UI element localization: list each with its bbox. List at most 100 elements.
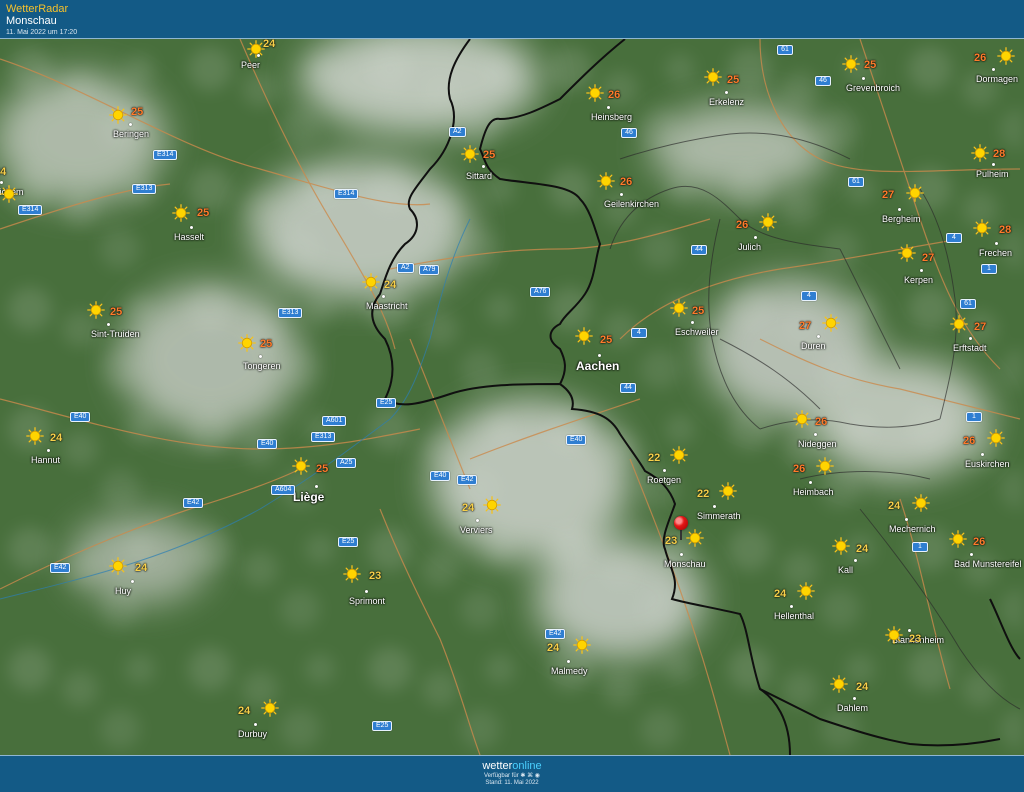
road-badge: 46: [621, 128, 637, 138]
city-dot: [607, 106, 610, 109]
city-label: Verviers: [460, 525, 493, 535]
road-badge: E40: [566, 435, 587, 445]
road-badge: 4: [946, 233, 962, 243]
sun-icon: [670, 299, 688, 317]
sun-icon: [26, 427, 44, 445]
road-badge: E313: [132, 184, 157, 194]
sun-icon: [597, 172, 615, 190]
temperature-label: 24: [0, 166, 7, 178]
city-dot: [131, 580, 134, 583]
road-badge: A2: [449, 127, 466, 137]
temperature-label: 24: [774, 588, 787, 600]
temperature-label: 22: [648, 452, 661, 464]
city-label: Nideggen: [798, 439, 837, 449]
temperature-label: 25: [316, 463, 329, 475]
city-dot: [995, 242, 998, 245]
city-dot: [905, 518, 908, 521]
city-label: Geilenkirchen: [604, 199, 660, 209]
temperature-label: 27: [922, 252, 935, 264]
road-badge: E313: [278, 308, 303, 318]
sun-icon: [793, 410, 811, 428]
city-dot: [129, 123, 132, 126]
sun-icon: [483, 496, 501, 514]
sun-icon: [906, 184, 924, 202]
sun-icon: [822, 314, 840, 332]
sun-icon: [973, 219, 991, 237]
location-title: Monschau: [6, 15, 57, 27]
temperature-label: 25: [110, 306, 123, 318]
city-label: Aachen: [576, 359, 620, 373]
road-badge: 4: [801, 291, 817, 301]
temperature-label: 25: [600, 334, 613, 346]
sun-icon: [950, 315, 968, 333]
city-label: Dahlem: [837, 703, 869, 713]
road-badge: E25: [372, 721, 393, 731]
sun-icon: [238, 334, 256, 352]
city-dot: [663, 469, 666, 472]
road-badge: E313: [311, 432, 336, 442]
city-dot: [854, 559, 857, 562]
temperature-label: 26: [736, 219, 749, 231]
city-dot: [817, 335, 820, 338]
city-label: Heimbach: [793, 487, 834, 497]
city-label: Huy: [115, 586, 132, 596]
city-dot: [853, 697, 856, 700]
sun-icon: [997, 47, 1015, 65]
road-badge: E40: [70, 412, 91, 422]
sun-icon: [816, 457, 834, 475]
road-badge: 44: [691, 245, 707, 255]
sun-icon: [586, 84, 604, 102]
sun-icon: [461, 145, 479, 163]
brand-title: WetterRadar: [6, 3, 69, 15]
location-marker-pin[interactable]: [674, 516, 688, 530]
city-dot: [898, 208, 901, 211]
sun-icon: [261, 699, 279, 717]
temperature-label: 26: [793, 463, 806, 475]
city-dot: [259, 355, 262, 358]
city-dot: [814, 433, 817, 436]
radar-map[interactable]: Peer24Beringen25el-Zichem24Hasselt25Sint…: [0, 39, 1024, 755]
city-label: Simmerath: [697, 511, 741, 521]
sun-icon: [949, 530, 967, 548]
footer-stand: Stand: 11. Mai 2022: [485, 780, 539, 786]
road-badge: E42: [545, 629, 566, 639]
city-dot: [107, 323, 110, 326]
temperature-label: 24: [547, 642, 560, 654]
temperature-label: 25: [131, 106, 144, 118]
city-dot: [254, 723, 257, 726]
city-dot: [713, 505, 716, 508]
sun-icon: [832, 537, 850, 555]
road-badge: 61: [777, 45, 793, 55]
city-label: Liège: [293, 490, 325, 504]
city-dot: [482, 165, 485, 168]
road-badge: 44: [620, 383, 636, 393]
road-badge: E42: [183, 498, 204, 508]
city-dot: [725, 91, 728, 94]
road-badge: E25: [376, 398, 397, 408]
road-badge: E40: [257, 439, 278, 449]
city-dot: [0, 181, 3, 184]
road-badge: E40: [430, 471, 451, 481]
sun-icon: [573, 636, 591, 654]
temperature-label: 24: [50, 432, 63, 444]
temperature-label: 24: [263, 39, 276, 50]
temperature-label: 24: [856, 543, 869, 555]
temperature-label: 27: [799, 320, 812, 332]
city-dot: [992, 163, 995, 166]
city-dot: [992, 68, 995, 71]
road-badge: E25: [338, 537, 359, 547]
sun-icon: [109, 106, 127, 124]
city-label: Duren: [801, 341, 826, 351]
sun-icon: [987, 429, 1005, 447]
road-badge: E314: [18, 205, 43, 215]
road-badge: A79: [419, 265, 440, 275]
road-badge: A2: [397, 263, 414, 273]
temperature-label: 24: [856, 681, 869, 693]
road-badge: 46: [815, 76, 831, 86]
temperature-label: 23: [665, 535, 678, 547]
road-badge: 61: [960, 299, 976, 309]
road-badge: 1: [912, 542, 928, 552]
city-label: Malmedy: [551, 666, 588, 676]
temperature-label: 25: [260, 338, 273, 350]
temperature-label: 24: [888, 500, 901, 512]
